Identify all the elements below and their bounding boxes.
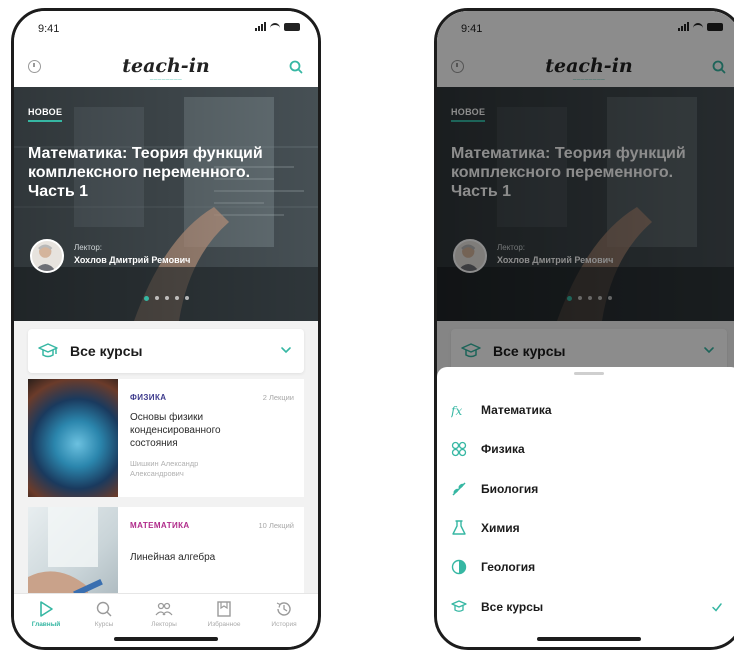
course-title: Основы физики конденсированного состояни…	[130, 412, 221, 449]
tab-label: Курсы	[94, 621, 114, 628]
tab-label: Избранное	[207, 621, 241, 628]
filter-option-math[interactable]: fx Математика	[437, 391, 734, 429]
filter-option-physics[interactable]: Физика	[437, 430, 734, 468]
lector-avatar	[30, 239, 64, 273]
tab-history[interactable]: История	[256, 600, 312, 628]
filter-option-geology[interactable]: Геология	[437, 548, 734, 586]
bottom-tab-bar: Главный Курсы Лекторы Избранное История	[14, 593, 318, 647]
wifi-icon	[270, 23, 280, 30]
subject-filter-sheet: fx Математика Физика Биология Химия Геол…	[437, 367, 734, 647]
play-icon	[40, 601, 53, 617]
banner-title: Математика: Теория функций комплексного …	[28, 145, 263, 200]
filter-option-all-courses[interactable]: Все курсы	[437, 588, 734, 626]
status-bar: 9:41	[14, 11, 318, 45]
courses-filter-dropdown[interactable]: Все курсы	[28, 329, 304, 373]
tab-label: История	[271, 621, 297, 628]
filter-option-biology[interactable]: Биология	[437, 470, 734, 508]
geology-icon	[451, 559, 467, 575]
phone-screen-main: 9:41 teach-in ──────── НОВОЕ Математика:…	[11, 8, 321, 650]
graduation-cap-icon	[451, 600, 467, 612]
tab-label: Лекторы	[151, 621, 177, 628]
course-subject: ФИЗИКА	[130, 393, 167, 402]
chevron-down-icon	[281, 347, 291, 354]
lector-label: Лектор:	[74, 243, 102, 252]
course-lectures-count: 10 Лекций	[258, 521, 294, 530]
carousel-dot[interactable]	[143, 296, 149, 301]
course-card[interactable]: МАТЕМАТИКА 10 Лекций Линейная алгебра	[28, 507, 304, 607]
signal-icon	[255, 22, 266, 31]
graduation-cap-icon	[38, 343, 58, 358]
logo-underline: ────────	[149, 77, 183, 83]
history-icon	[276, 602, 291, 616]
svg-text:fx: fx	[451, 404, 462, 418]
tab-courses[interactable]: Курсы	[76, 600, 132, 628]
carousel-dot[interactable]	[154, 296, 159, 300]
people-icon	[155, 602, 173, 616]
app-logo: teach-in	[122, 55, 210, 77]
search-icon	[96, 601, 112, 617]
filter-option-label: Биология	[481, 482, 539, 496]
carousel-dot[interactable]	[164, 296, 169, 300]
home-indicator	[114, 637, 218, 641]
filter-option-chemistry[interactable]: Химия	[437, 509, 734, 547]
courses-filter-label: Все курсы	[70, 343, 143, 359]
tab-favorites[interactable]: Избранное	[196, 600, 252, 628]
carousel-dot[interactable]	[184, 296, 189, 300]
biology-icon	[452, 482, 466, 496]
home-indicator	[537, 637, 641, 641]
status-time: 9:41	[38, 23, 60, 35]
new-badge: НОВОЕ	[28, 107, 63, 122]
tab-lectors[interactable]: Лекторы	[136, 600, 192, 628]
lector-name: Хохлов Дмитрий Ремович	[74, 255, 191, 265]
course-thumbnail	[28, 379, 118, 497]
search-icon[interactable]	[288, 59, 304, 75]
app-header: teach-in ────────	[14, 45, 318, 87]
sheet-grabber[interactable]	[574, 372, 604, 375]
phone-screen-filter-sheet: 9:41 teach-in ──────── НОВОЕ Математика:…	[434, 8, 734, 650]
battery-icon	[284, 22, 300, 31]
tab-home[interactable]: Главный	[18, 600, 74, 628]
checkmark-icon	[712, 603, 722, 612]
tab-label: Главный	[31, 621, 61, 628]
featured-course-banner[interactable]: НОВОЕ Математика: Теория функций комплек…	[14, 87, 318, 321]
banner-shade	[14, 87, 318, 321]
course-subject: МАТЕМАТИКА	[130, 521, 190, 530]
course-title: Линейная алгебра	[130, 552, 216, 563]
bookmark-icon	[217, 601, 231, 617]
filter-option-label: Все курсы	[481, 600, 544, 614]
filter-option-label: Физика	[481, 442, 525, 456]
filter-option-label: Химия	[481, 521, 520, 535]
filter-option-label: Геология	[481, 560, 536, 574]
carousel-dot[interactable]	[174, 296, 179, 300]
course-thumbnail	[28, 507, 118, 607]
math-icon: fx	[451, 404, 462, 418]
chemistry-icon	[452, 520, 466, 535]
physics-icon	[451, 441, 467, 457]
filter-option-label: Математика	[481, 403, 552, 417]
carousel-dots[interactable]	[14, 296, 318, 301]
course-lectures-count: 2 Лекции	[262, 393, 294, 402]
course-author: Шишкин Александр Александрович	[130, 459, 199, 478]
course-card[interactable]: ФИЗИКА 2 Лекции Основы физики конденсиро…	[28, 379, 304, 497]
status-icons	[255, 22, 300, 31]
